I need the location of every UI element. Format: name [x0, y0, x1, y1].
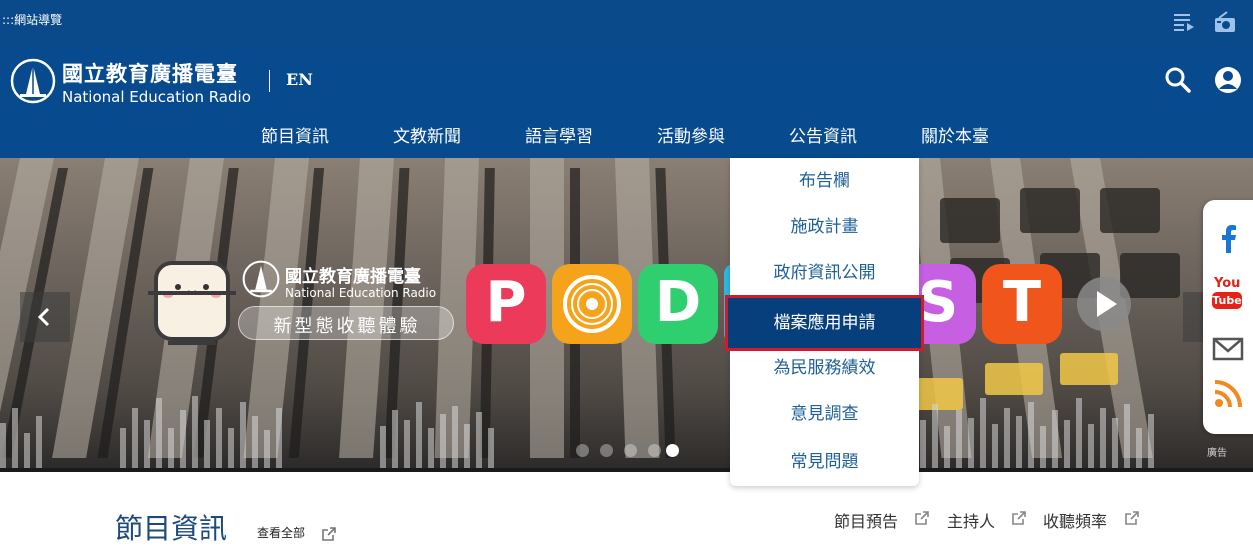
dropdown-item-bulletin[interactable]: 布告欄 [730, 166, 919, 196]
logo-name-cn: 國立教育廣播電臺 [62, 61, 238, 86]
dropdown-item-gov-info[interactable]: 政府資訊公開 [730, 258, 919, 288]
slider-dot[interactable] [576, 444, 589, 457]
search-icon[interactable] [1164, 66, 1192, 94]
chevron-left-icon [37, 307, 50, 327]
user-icon[interactable] [1214, 66, 1242, 94]
announcements-dropdown-menu: 布告欄 施政計畫 政府資訊公開 檔案應用申請 為民服務績效 意見調查 常見問題 [725, 158, 924, 486]
podcast-letter: D [654, 270, 702, 335]
podcast-tile-o [552, 264, 632, 344]
site-logo[interactable]: 國立教育廣播電臺 National Education Radio [10, 56, 260, 106]
banner-logo-emblem-icon [242, 260, 280, 298]
view-all-link[interactable]: 查看全部 [257, 524, 305, 541]
play-icon[interactable] [1076, 276, 1132, 332]
podcast-tile-d: D [638, 264, 718, 344]
banner-logo-en: National Education Radio [285, 286, 437, 300]
dropdown-item-archive-application[interactable]: 檔案應用申請 [725, 295, 924, 351]
nav-item-language-learning[interactable]: 語言學習 [525, 122, 593, 147]
social-sidebar: You Tube [1203, 200, 1253, 434]
top-utility-bar: :::網站導覽 [0, 0, 1253, 48]
external-link-icon [1125, 511, 1139, 525]
rss-icon[interactable] [1212, 378, 1244, 410]
youtube-icon[interactable]: You Tube [1212, 276, 1244, 312]
radio-mascot-icon [148, 261, 236, 345]
banner-tagline: 新型態收聽體驗 [273, 316, 421, 337]
banner-tagline-pill: 新型態收聽體驗 [238, 306, 454, 340]
slider-dot[interactable] [624, 444, 637, 457]
banner-bottom-edge [0, 468, 1253, 472]
playlist-icon[interactable] [1172, 10, 1196, 34]
logo-divider [269, 70, 270, 92]
banner-logo-cn: 國立教育廣播電臺 [285, 267, 421, 287]
language-switch-link[interactable]: EN [286, 70, 313, 89]
hosts-link[interactable]: 主持人 [947, 508, 995, 532]
podcast-letter: T [1002, 270, 1042, 335]
ad-label: 廣告 [1207, 448, 1227, 459]
page: :::網站導覽 國立教育廣播電臺 National Education Radi [0, 0, 1253, 551]
slider-dot-active[interactable] [666, 444, 679, 457]
section-title: 節目資訊 [115, 512, 228, 545]
external-link-icon [1012, 511, 1026, 525]
nav-item-activities[interactable]: 活動參與 [657, 122, 725, 147]
program-schedule-link[interactable]: 節目預告 [834, 508, 898, 532]
hero-banner[interactable]: 國立教育廣播電臺 National Education Radio 新型態收聽體… [0, 158, 1253, 470]
slider-dot[interactable] [600, 444, 613, 457]
podcast-letter: P [485, 270, 527, 335]
dropdown-item-policy-plan[interactable]: 施政計畫 [730, 212, 919, 242]
external-link-icon [322, 527, 336, 541]
logo-name-en: National Education Radio [62, 88, 251, 106]
dropdown-item-survey[interactable]: 意見調查 [730, 399, 919, 429]
radio-icon[interactable] [1213, 10, 1237, 34]
nav-item-about[interactable]: 關於本臺 [921, 122, 989, 147]
site-header: 國立教育廣播電臺 National Education Radio EN 節目資… [0, 48, 1253, 158]
dropdown-item-service-performance[interactable]: 為民服務績效 [730, 353, 919, 383]
frequencies-link[interactable]: 收聽頻率 [1043, 508, 1107, 532]
podcast-tile-s: S [918, 264, 976, 344]
main-navigation: 節目資訊 文教新聞 語言學習 活動參與 公告資訊 關於本臺 [0, 122, 1253, 147]
dropdown-item-faq[interactable]: 常見問題 [730, 447, 919, 477]
external-link-icon [915, 511, 929, 525]
podcast-tile-p: P [466, 264, 546, 344]
site-nav-link[interactable]: :::網站導覽 [2, 11, 62, 28]
nav-item-announcements[interactable]: 公告資訊 [789, 122, 857, 147]
mail-icon[interactable] [1212, 333, 1244, 365]
slider-prev-button[interactable] [20, 292, 70, 342]
nav-item-news[interactable]: 文教新聞 [393, 122, 461, 147]
nav-item-programs[interactable]: 節目資訊 [261, 122, 329, 147]
slider-dots [576, 444, 686, 458]
vinyl-disc-icon [563, 275, 621, 333]
podcast-tile-t: T [982, 264, 1062, 344]
facebook-icon[interactable] [1212, 222, 1244, 254]
slider-dot[interactable] [648, 444, 661, 457]
logo-emblem-icon [10, 58, 56, 104]
